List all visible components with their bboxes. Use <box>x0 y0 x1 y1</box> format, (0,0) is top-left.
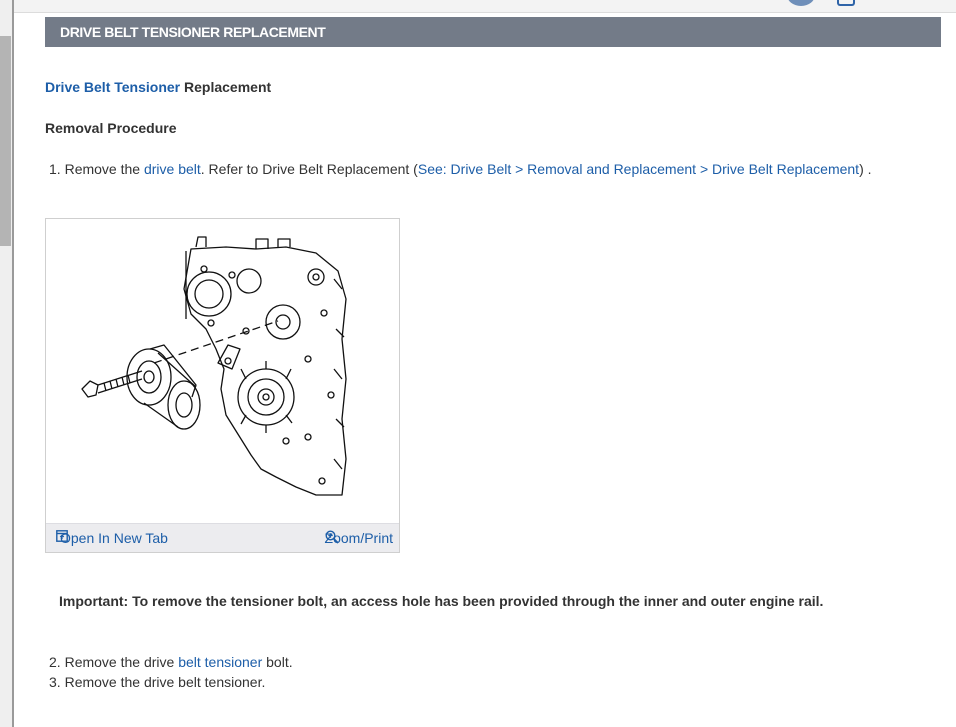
section-header: DRIVE BELT TENSIONER REPLACEMENT <box>45 17 941 47</box>
open-in-new-tab-label: Open In New Tab <box>60 530 168 546</box>
figure-toolbar: Open In New Tab Zoom/Print <box>46 523 399 552</box>
left-scrollbar[interactable] <box>0 0 14 727</box>
zoom-print-button[interactable]: Zoom/Print <box>325 530 393 546</box>
procedure-heading: Removal Procedure <box>45 120 177 136</box>
belt-tensioner-link[interactable]: belt tensioner <box>178 654 262 670</box>
step-1: 1. Remove the drive belt. Refer to Drive… <box>49 161 872 177</box>
step-2: 2. Remove the drive belt tensioner bolt. <box>49 654 293 670</box>
scrollbar-thumb[interactable] <box>0 36 11 246</box>
document-icon[interactable] <box>837 0 855 6</box>
figure-container: Open In New Tab Zoom/Print <box>45 218 400 553</box>
see-drive-belt-link[interactable]: See: Drive Belt > Removal and Replacemen… <box>418 161 859 177</box>
drive-belt-link[interactable]: drive belt <box>144 161 201 177</box>
step-3: 3. Remove the drive belt tensioner. <box>49 674 266 690</box>
user-avatar[interactable] <box>787 0 815 6</box>
top-toolbar <box>14 0 956 13</box>
page-title: Drive Belt Tensioner Replacement <box>45 79 272 95</box>
important-note: Important: To remove the tensioner bolt,… <box>59 593 824 609</box>
engine-tensioner-illustration <box>81 236 347 496</box>
open-in-new-tab-button[interactable]: Open In New Tab <box>56 530 168 546</box>
tensioner-link[interactable]: Drive Belt Tensioner <box>45 79 180 95</box>
